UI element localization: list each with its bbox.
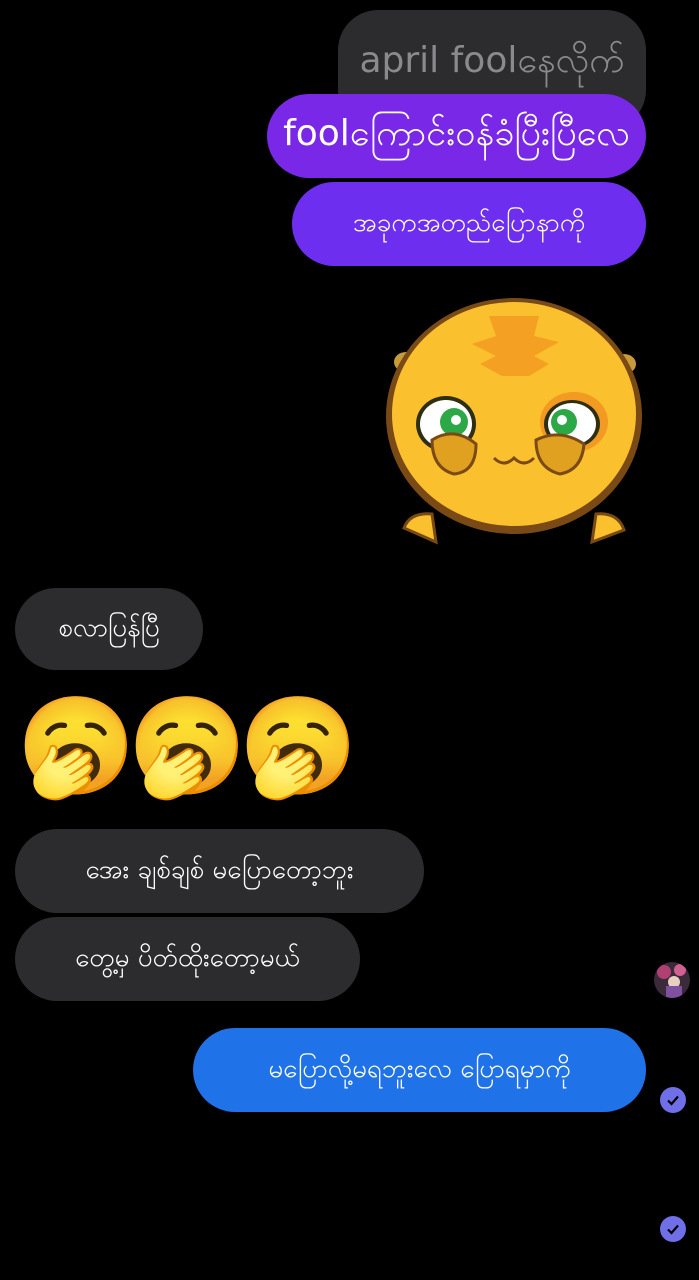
message-text: တွေ့မှ ပိတ်ထိုးတော့မယ် bbox=[75, 942, 300, 973]
yellow-cat-sticker bbox=[386, 298, 642, 545]
message-text: april foolနေလိုက် bbox=[359, 40, 625, 81]
yawning-face-icon: 🥱 bbox=[16, 690, 136, 802]
message-sent-4[interactable]: မပြောလို့မရဘူးလေ ပြောရမှာကို bbox=[193, 1028, 646, 1112]
message-received-1[interactable]: စလာပြန်ပြီ bbox=[15, 588, 203, 670]
message-text: foolကြောင်းဝန်ခံပြီးပြီလေ bbox=[283, 113, 630, 154]
message-sent-3[interactable]: အခုကအတည်ပြောနာကို bbox=[292, 182, 646, 266]
emoji-message-row[interactable]: 🥱 🥱 🥱 bbox=[16, 690, 358, 802]
emoji-message[interactable]: 😔 bbox=[538, 1140, 644, 1246]
message-text: အေး ချစ်ချစ် မပြောတော့ဘူး bbox=[85, 854, 354, 885]
avatar bbox=[654, 962, 690, 998]
message-text: စလာပြန်ပြီ bbox=[58, 612, 160, 643]
message-text: မပြောလို့မရဘူးလေ ပြောရမှာကို bbox=[268, 1053, 571, 1084]
message-text: အခုကအတည်ပြောနာကို bbox=[352, 207, 586, 238]
read-receipt-icon bbox=[660, 1216, 686, 1242]
read-receipt-icon bbox=[660, 1087, 686, 1113]
pensive-face-icon: 😔 bbox=[538, 1132, 639, 1244]
yawning-face-icon: 🥱 bbox=[238, 690, 358, 802]
message-received-2[interactable]: အေး ချစ်ချစ် မပြောတော့ဘူး bbox=[15, 829, 424, 913]
message-received-3[interactable]: တွေ့မှ ပိတ်ထိုးတော့မယ် bbox=[15, 917, 360, 1001]
contact-avatar-icon bbox=[654, 962, 690, 998]
yawning-face-icon: 🥱 bbox=[127, 690, 247, 802]
sticker-message[interactable] bbox=[384, 298, 644, 554]
message-sent-2[interactable]: foolကြောင်းဝန်ခံပြီးပြီလေ bbox=[267, 94, 646, 178]
